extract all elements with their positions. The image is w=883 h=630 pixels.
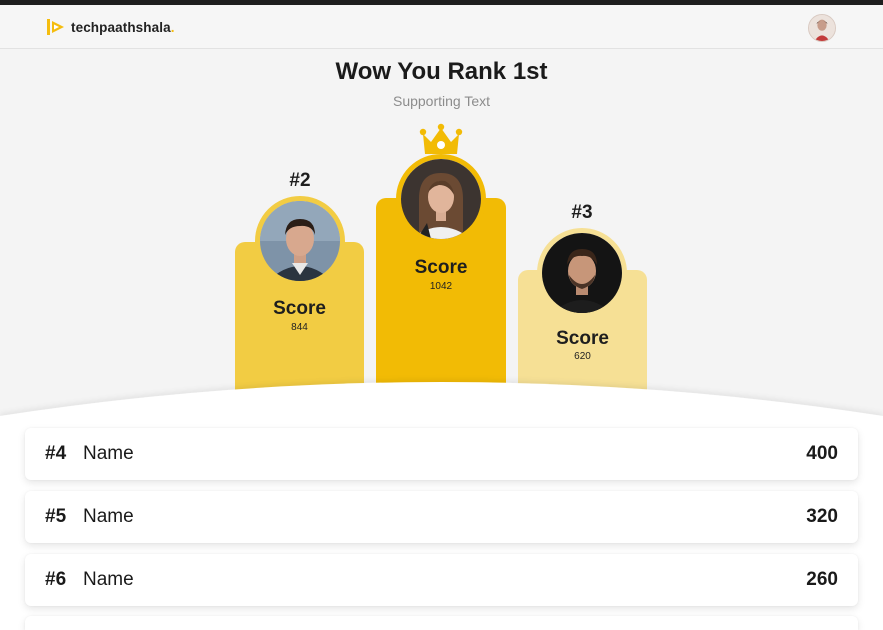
avatar-first-place[interactable] (396, 154, 486, 244)
navbar: techpaathshala. (0, 5, 883, 49)
row-name: Name (83, 443, 134, 464)
leaderboard-row-partial[interactable] (25, 616, 858, 630)
score-value-second: 844 (291, 322, 308, 333)
score-label-first: Score (414, 257, 468, 278)
score-value-third: 620 (574, 351, 591, 362)
row-score: 260 (806, 569, 838, 590)
logo[interactable]: techpaathshala. (46, 16, 175, 38)
row-rank: #6 (45, 569, 67, 590)
leaderboard-row[interactable]: #5 Name 320 (25, 491, 858, 543)
rank-label-second: #2 (289, 170, 311, 191)
avatar-first-image (401, 159, 481, 239)
row-name: Name (83, 506, 134, 527)
row-rank: #4 (45, 443, 67, 464)
user-avatar-image (809, 15, 835, 41)
avatar-third-image (542, 233, 622, 313)
crown-icon (419, 123, 463, 154)
page-subtitle: Supporting Text (392, 93, 491, 109)
avatar-third-place[interactable] (537, 228, 627, 318)
score-label-second: Score (273, 298, 326, 319)
avatar-second-image (260, 201, 340, 281)
leaderboard-row[interactable]: #4 Name 400 (25, 428, 858, 480)
avatar-second-place[interactable] (255, 196, 345, 286)
logo-text: techpaathshala. (71, 19, 175, 35)
play-flag-icon (47, 19, 64, 35)
row-score: 320 (806, 506, 838, 527)
leaderboard-row[interactable]: #6 Name 260 (25, 554, 858, 606)
user-avatar[interactable] (808, 14, 836, 42)
score-label-third: Score (556, 328, 609, 349)
row-score: 400 (806, 443, 838, 464)
score-value-first: 1042 (429, 281, 453, 292)
row-name: Name (83, 569, 134, 590)
rank-label-third: #3 (571, 202, 593, 223)
row-rank: #5 (45, 506, 67, 527)
page-title: Wow You Rank 1st (335, 58, 548, 85)
